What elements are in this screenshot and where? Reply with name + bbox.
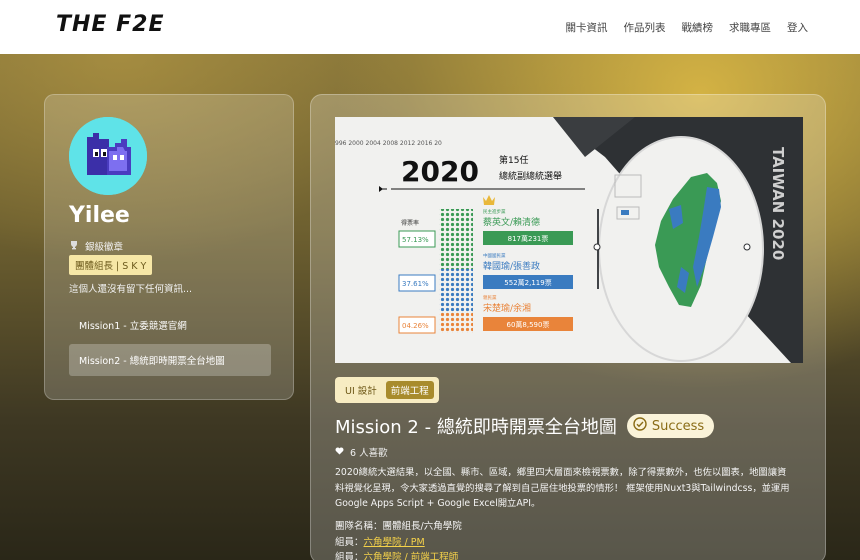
- tag-group: UI 設計 前端工程: [335, 377, 439, 403]
- status-badge: Success: [626, 414, 715, 438]
- project-description: 2020總統大選結果，以全國、縣市、區域，鄉里四大層面來檢視票數，除了得票數外，…: [335, 465, 809, 512]
- site-logo[interactable]: THE F2E: [56, 12, 164, 37]
- team-info: 團隊名稱：團體組長/六角學院 組員：六角學院 / PM 組員：六角學院 / 前端…: [335, 519, 462, 560]
- likes-row: 6 人喜歡: [335, 445, 388, 459]
- tag-frontend: 前端工程: [385, 381, 434, 399]
- party-label-1: 民主進步黨: [483, 208, 506, 215]
- rate-box-2: 37.61%: [398, 274, 436, 292]
- description-line-2: 料視覺化呈現，令大家透過直覺的搜尋了解到自己居住地投票的情形！ 框架使用Nuxt…: [335, 482, 790, 494]
- nav-leaderboard[interactable]: 戰績榜: [682, 20, 714, 35]
- candidate-names-2: 韓國瑜/張善政: [483, 260, 540, 272]
- profile-card: Yilee 銀級徽章 團體組長 | S K Y 這個人還沒有留下任何資訊... …: [44, 94, 294, 400]
- member-link-1[interactable]: 六角學院 / PM: [364, 537, 425, 548]
- nav-login[interactable]: 登入: [787, 20, 808, 35]
- rate-box-3: 04.26%: [398, 316, 436, 334]
- title-row: Mission 2 - 總統即時開票全台地圖 Success: [335, 413, 715, 439]
- description-line-3: Google Apps Script + Google Excel開立API。: [335, 498, 541, 509]
- mission-link-1[interactable]: Mission1 - 立委競選官網: [69, 309, 271, 341]
- member-row-2: 組員：六角學院 / 前端工程師: [335, 550, 462, 560]
- cover-side-text: TAIWAN 2020: [769, 147, 787, 260]
- work-detail-card: TAIWAN 2020 996 2000 2004 2008 2012 2016…: [310, 94, 826, 560]
- nav-jobs[interactable]: 求職專區: [729, 20, 771, 35]
- cover-year-big: 2020: [401, 155, 479, 188]
- member-prefix: 組員：: [335, 552, 364, 560]
- profile-name: Yilee: [69, 203, 130, 228]
- election-cover-graphic: TAIWAN 2020 996 2000 2004 2008 2012 2016…: [335, 117, 803, 363]
- member-row-1: 組員：六角學院 / PM: [335, 535, 462, 551]
- top-header: THE F2E 關卡資訊 作品列表 戰績榜 求職專區 登入: [0, 0, 860, 54]
- team-name: 團隊名稱：團體組長/六角學院: [335, 521, 462, 532]
- badge-line: 銀級徽章: [69, 239, 123, 253]
- main-nav: 關卡資訊 作品列表 戰績榜 求職專區 登入: [566, 20, 809, 35]
- status-text: Success: [651, 418, 705, 434]
- nav-stage-info[interactable]: 關卡資訊: [566, 20, 608, 35]
- badge-label: 銀級徽章: [85, 242, 124, 253]
- description-line-1: 2020總統大選結果，以全國、縣市、區域，鄉里四大層面來檢視票數，除了得票數外，…: [335, 467, 787, 478]
- cover-years: 996 2000 2004 2008 2012 2016 20: [335, 140, 442, 147]
- cover-rate-label: 得票率: [401, 219, 419, 227]
- party-label-2: 中國國民黨: [483, 252, 506, 259]
- candidate-names-3: 宋楚瑜/余湘: [483, 302, 531, 314]
- likes-count: 6 人喜歡: [350, 448, 388, 459]
- cover-subtitle: 總統副總統選舉: [499, 170, 562, 182]
- project-title: Mission 2 - 總統即時開票全台地圖: [335, 417, 617, 438]
- svg-text:04.26%: 04.26%: [402, 322, 429, 330]
- cover-image: TAIWAN 2020 996 2000 2004 2008 2012 2016…: [335, 117, 803, 363]
- member-link-2[interactable]: 六角學院 / 前端工程師: [364, 552, 459, 560]
- member-prefix: 組員：: [335, 536, 364, 548]
- mission-link-2[interactable]: Mission2 - 總統即時開票全台地圖: [69, 344, 271, 376]
- trophy-icon: [69, 240, 79, 253]
- pixel-monster-icon: [69, 117, 147, 195]
- svg-text:57.13%: 57.13%: [402, 236, 429, 244]
- svg-text:37.61%: 37.61%: [402, 280, 429, 288]
- candidate-names-1: 蔡英文/賴清德: [483, 216, 540, 228]
- votes-3: 60萬8,590票: [507, 320, 550, 329]
- check-circle-icon: [633, 417, 647, 435]
- votes-1: 817萬231票: [508, 234, 549, 243]
- cover-term: 第15任: [499, 154, 528, 166]
- heart-icon[interactable]: [335, 447, 344, 458]
- tag-ui-design: UI 設計: [345, 386, 377, 397]
- nav-works-list[interactable]: 作品列表: [624, 20, 666, 35]
- role-tag: 團體組長 | S K Y: [69, 255, 153, 275]
- profile-bio: 這個人還沒有留下任何資訊...: [69, 284, 193, 295]
- party-label-3: 親民黨: [483, 294, 497, 301]
- avatar: [69, 117, 147, 195]
- rate-box-1: 57.13%: [398, 230, 436, 248]
- votes-2: 552萬2,119票: [504, 278, 551, 287]
